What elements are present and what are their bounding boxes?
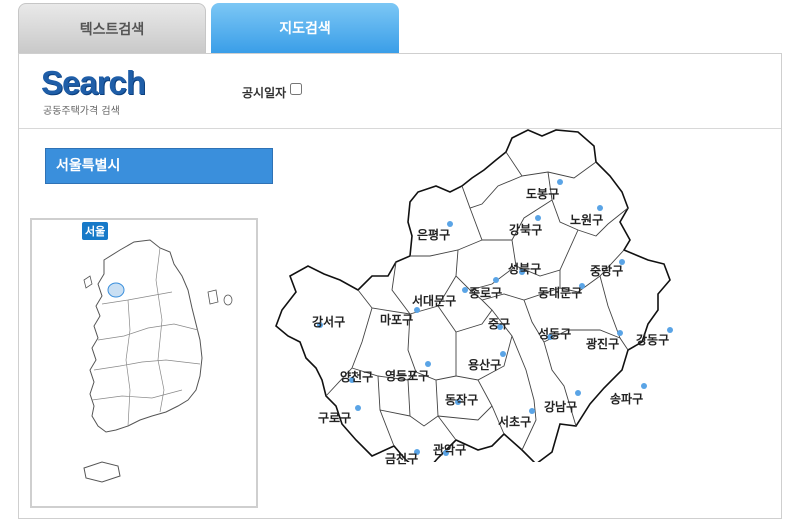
- district-gangnam[interactable]: 강남구: [544, 398, 577, 415]
- district-dot-songpa[interactable]: [641, 383, 647, 389]
- district-songpa[interactable]: 송파구: [610, 390, 643, 407]
- district-seongdong[interactable]: 성동구: [538, 325, 571, 342]
- district-geumcheon[interactable]: 금천구: [385, 450, 418, 467]
- district-nowon[interactable]: 노원구: [570, 211, 603, 228]
- district-yeongdeungpo[interactable]: 영등포구: [385, 367, 429, 384]
- district-eunpyeong[interactable]: 은평구: [417, 226, 450, 243]
- district-gwangjin[interactable]: 광진구: [586, 335, 619, 352]
- district-mapo[interactable]: 마포구: [380, 311, 413, 328]
- city-select-bar[interactable]: 서울특별시: [45, 148, 273, 184]
- district-jung[interactable]: 중구: [488, 315, 510, 332]
- district-jungnang[interactable]: 중랑구: [590, 262, 623, 279]
- seoul-label[interactable]: 서울: [82, 222, 109, 240]
- district-seodaemun[interactable]: 서대문구: [412, 292, 456, 309]
- district-seocho[interactable]: 서초구: [498, 413, 531, 430]
- district-jongno[interactable]: 종로구: [469, 284, 502, 301]
- district-yangcheon[interactable]: 양천구: [340, 368, 373, 385]
- seoul-district-map: 도봉구노원구강북구 은평구성북구 중랑구종로구 동대문구 서대문구강서구 마포구 중구성동구…: [260, 80, 680, 466]
- district-gangseo[interactable]: 강서구: [312, 313, 345, 330]
- district-dot-seodaemun[interactable]: [462, 287, 468, 293]
- korea-map-box: [30, 218, 258, 508]
- district-seongbuk[interactable]: 성북구: [508, 260, 541, 277]
- search-logo: Search: [41, 64, 146, 101]
- district-guro[interactable]: 구로구: [318, 409, 351, 426]
- search-subtitle: 공동주택가격 검색: [43, 106, 120, 117]
- korea-peninsula: [89, 239, 203, 433]
- tab-text-search[interactable]: 텍스트검색: [18, 3, 206, 53]
- district-gangbuk[interactable]: 강북구: [509, 221, 542, 238]
- jeju-island: [83, 461, 121, 483]
- tab-map-search[interactable]: 지도검색: [211, 3, 399, 53]
- district-yongsan[interactable]: 용산구: [468, 356, 501, 373]
- district-dongdaemun[interactable]: 동대문구: [538, 284, 582, 301]
- seoul-highlight[interactable]: [107, 282, 125, 298]
- district-dobong[interactable]: 도봉구: [526, 185, 559, 202]
- district-gangdong[interactable]: 강동구: [636, 331, 669, 348]
- korea-map: [83, 239, 233, 483]
- district-dot-guro[interactable]: [355, 405, 361, 411]
- district-gwanak[interactable]: 관악구: [433, 441, 466, 458]
- district-dot-mapo[interactable]: [414, 307, 420, 313]
- district-dot-jongno[interactable]: [493, 277, 499, 283]
- district-dot-gangnam[interactable]: [575, 390, 581, 396]
- district-dongjak[interactable]: 동작구: [445, 391, 478, 408]
- tab-bar: 텍스트검색 지도검색: [18, 3, 795, 53]
